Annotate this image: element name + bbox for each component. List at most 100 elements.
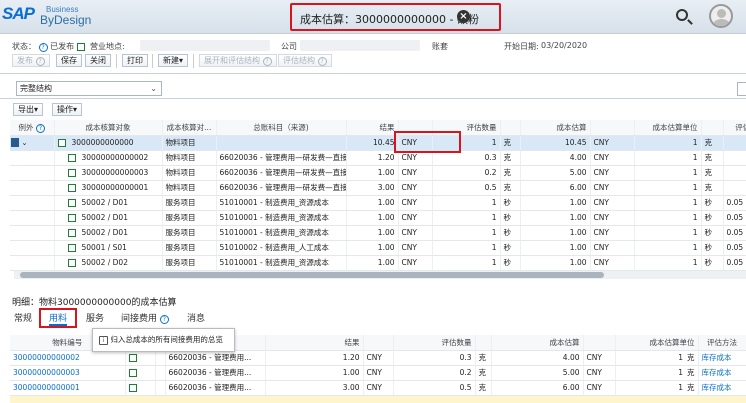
chevron-down-icon: ⌄ xyxy=(150,84,157,93)
col-header-account[interactable]: 总账科目（来源) xyxy=(216,120,347,136)
status-ok-icon xyxy=(128,384,137,392)
save-button[interactable]: 保存 xyxy=(56,54,82,67)
company-label: 公司 xyxy=(281,42,297,51)
material-id-link[interactable]: 30000000000003 xyxy=(10,365,126,381)
object-label: 30000000000001 xyxy=(81,183,149,192)
grid-row[interactable]: 50001 / S01 服务项目 51010002 - 制造费用_人工成本 1.00 C… xyxy=(10,240,746,256)
new-button[interactable]: 新建▾ xyxy=(158,54,189,67)
col-header-cost-estimate[interactable]: 成本估算 xyxy=(520,120,591,136)
qty-cell: 1 xyxy=(432,255,501,271)
col-header-eval-method[interactable]: 评估方法 xyxy=(698,335,746,351)
print-button[interactable]: 打印 xyxy=(122,54,148,67)
row-selector-icon[interactable] xyxy=(11,138,19,148)
help-icon[interactable]: ? xyxy=(159,315,169,324)
horizontal-scrollbar[interactable] xyxy=(14,271,746,279)
material-id-link[interactable]: 30000000000002 xyxy=(10,350,126,366)
actions-button[interactable]: 操作▾ xyxy=(52,103,83,116)
grid-row[interactable]: 50002 / D01 服务项目 51010001 - 制造费用_资源成本 1.00 C… xyxy=(10,195,746,211)
col-header-eval-qty[interactable]: 评估数量 xyxy=(393,335,476,351)
col-header-result[interactable]: 结果 xyxy=(265,335,364,351)
structure-select[interactable]: 完整结构 ⌄ xyxy=(16,81,162,96)
status-ok-icon xyxy=(67,169,76,177)
structure-select-value: 完整结构 xyxy=(20,84,52,93)
grid-row[interactable]: 50002 / D02 服务项目 51010001 - 制造费用_资源成本 1.00 C… xyxy=(10,255,746,271)
cost-unit-cell: 1 xyxy=(634,180,702,196)
search-icon[interactable] xyxy=(676,9,688,21)
col-header-type[interactable]: 成本核算对... xyxy=(162,120,217,136)
eval-method-cell xyxy=(723,165,746,181)
object-cell: 30000000000003 xyxy=(54,165,163,181)
col-header-cost-unit[interactable]: 成本估算单位 xyxy=(634,120,702,136)
status-ok-icon xyxy=(128,354,137,362)
materials-row[interactable]: 30000000000002 66020036 - 管理费用... 1.20 CNY 0… xyxy=(10,350,746,366)
col-header-result[interactable]: 结果 xyxy=(346,120,399,136)
tab-messages[interactable]: 消息 xyxy=(187,311,205,324)
qty-cell: 1 xyxy=(432,240,501,256)
eval-method-link[interactable]: 库存成本 xyxy=(698,365,746,381)
export-button[interactable]: 导出▾ xyxy=(13,103,44,116)
user-avatar-icon[interactable] xyxy=(709,4,733,28)
exception-cell: ⌄ xyxy=(10,135,55,151)
unit-value: 1 xyxy=(678,368,683,377)
result-cell: 1.00 xyxy=(346,240,399,256)
col-header-exception[interactable]: 例外 ? xyxy=(10,120,55,136)
cost-cell: 6.00 xyxy=(491,380,584,396)
cost-cell: 4.00 xyxy=(520,150,591,166)
cost-unit-cell: 1克 xyxy=(615,350,699,366)
qty-unit-cell: 克 xyxy=(500,150,521,166)
eval-method-link[interactable]: 库存成本 xyxy=(698,350,746,366)
grid-row[interactable]: 30000000000001 物料项目66020036 - 管理费用—研发费—直接… xyxy=(10,180,746,196)
eval-method-cell: 0.05 xyxy=(723,225,746,241)
object-cell: 3000000000000 xyxy=(54,135,163,151)
currency-cell: CNY xyxy=(363,350,394,366)
grid-row[interactable]: 30000000000002 物料项目66020036 - 管理费用—研发费—直接… xyxy=(10,150,746,166)
unit-value: 1 xyxy=(678,353,683,362)
exception-cell xyxy=(10,210,55,226)
tooltip-text: 归入总成本的所有间接费用的总览 xyxy=(110,335,223,344)
tab-overhead[interactable]: 间接费用 ? xyxy=(121,311,169,324)
help-icon[interactable]: ? xyxy=(38,43,48,52)
side-panel-handle[interactable] xyxy=(737,82,746,96)
tab-materials[interactable]: 用料 xyxy=(49,311,68,326)
expand-evaluate-button[interactable]: 展开和评估结构 ? xyxy=(199,54,277,67)
type-cell: 物料项目 xyxy=(162,135,217,151)
tab-services[interactable]: 服务 xyxy=(86,311,104,324)
currency-cell: CNY xyxy=(398,210,433,226)
unit-uom-cell: 秒 xyxy=(701,210,724,226)
account-cell: 66020036 - 管理费用—研发费—直接投入 xyxy=(216,165,347,181)
publish-button[interactable]: 发布 ? xyxy=(12,54,50,67)
result-highlight-box xyxy=(394,131,461,153)
grid-row[interactable]: 30000000000003 物料项目66020036 - 管理费用—研发费—直接… xyxy=(10,165,746,181)
materials-row[interactable]: 30000000000001 66020036 - 管理费用... 3.00 CNY 0… xyxy=(10,380,746,396)
eval-method-link[interactable]: 库存成本 xyxy=(698,380,746,396)
grid-row[interactable]: ⌄ 3000000000000 物料项目 10.45 CNY 1 克 10.45 CNY 1 克 xyxy=(10,135,746,151)
eval-method-cell xyxy=(723,180,746,196)
account-cell: 66020036 - 管理费用... xyxy=(165,365,266,381)
chevron-down-icon[interactable]: ⌄ xyxy=(19,138,27,147)
col-header-eval-method[interactable]: 评估方 xyxy=(723,120,746,136)
close-icon[interactable]: × xyxy=(457,10,470,23)
material-id-link[interactable]: 30000000000001 xyxy=(10,380,126,396)
grid-row[interactable]: 50002 / D01 服务项目 51010001 - 制造费用_资源成本 1.00 C… xyxy=(10,210,746,226)
account-cell: 66020036 - 管理费用—研发费—直接投入 xyxy=(216,180,347,196)
object-cell: 30000000000002 xyxy=(54,150,163,166)
result-cell: 1.20 xyxy=(265,350,364,366)
tab-general[interactable]: 常规 xyxy=(14,311,32,324)
scrollbar-thumb[interactable] xyxy=(20,272,604,278)
status-cell xyxy=(125,365,156,381)
col-header-cost-unit[interactable]: 成本估算单位 xyxy=(615,335,699,351)
close-button[interactable]: 关闭 xyxy=(85,54,111,67)
cost-cell: 1.00 xyxy=(520,255,591,271)
sap-bydesign-logo[interactable]: SAP Business ByDesign xyxy=(2,4,122,30)
cost-unit-cell: 1 xyxy=(634,135,702,151)
evaluate-structure-button[interactable]: 评估结构 ? xyxy=(278,54,332,67)
qty-unit-cell: 秒 xyxy=(500,195,521,211)
grid-row[interactable]: 50002 / D01 服务项目 51010001 - 制造费用_资源成本 1.00 C… xyxy=(10,225,746,241)
col-header-cost-estimate[interactable]: 成本估算 xyxy=(491,335,584,351)
col-header-object[interactable]: 成本核算对象 xyxy=(54,120,163,136)
currency-cell: CNY xyxy=(363,365,394,381)
materials-row[interactable]: 30000000000003 66020036 - 管理费用... 1.00 CNY 0… xyxy=(10,365,746,381)
result-cell: 10.45 xyxy=(346,135,399,151)
col-header-blank xyxy=(475,335,492,351)
help-icon[interactable]: ? xyxy=(35,123,45,133)
